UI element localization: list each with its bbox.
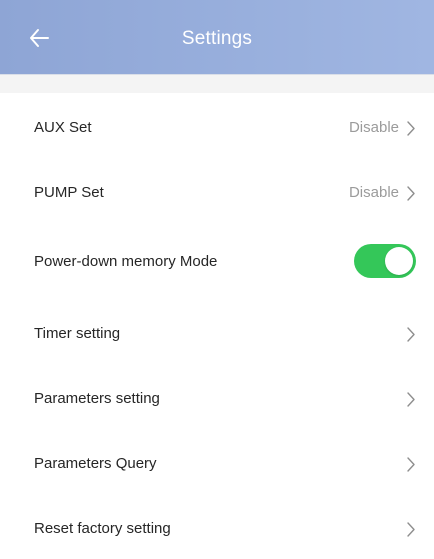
- aux-set-label: AUX Set: [34, 119, 92, 136]
- chevron-right-icon: [407, 327, 415, 342]
- pump-set-value: Disable: [348, 184, 399, 201]
- header-bar: Settings: [0, 0, 434, 75]
- parameters-setting-label: Parameters setting: [34, 390, 160, 407]
- parameters-query-row[interactable]: Parameters Query: [0, 429, 434, 494]
- timer-setting-label: Timer setting: [34, 325, 121, 342]
- pump-set-row[interactable]: PUMP Set Disable: [0, 158, 434, 223]
- chevron-right-icon: [407, 186, 415, 201]
- chevron-right-icon: [407, 457, 415, 472]
- reset-factory-setting-label: Reset factory setting: [34, 520, 171, 537]
- page-title: Settings: [181, 28, 253, 49]
- power-down-memory-row: Power-down memory Mode: [0, 223, 434, 299]
- toggle-knob: [385, 247, 413, 275]
- section-divider: [0, 75, 434, 93]
- power-down-memory-toggle[interactable]: [354, 244, 416, 278]
- parameters-query-label: Parameters Query: [34, 455, 157, 472]
- aux-set-row[interactable]: AUX Set Disable: [0, 93, 434, 158]
- chevron-right-icon: [407, 121, 415, 136]
- parameters-setting-row[interactable]: Parameters setting: [0, 364, 434, 429]
- chevron-right-icon: [407, 392, 415, 407]
- timer-setting-row[interactable]: Timer setting: [0, 299, 434, 364]
- settings-list: AUX Set Disable PUMP Set Disable Power-d…: [0, 93, 434, 559]
- chevron-right-icon: [407, 522, 415, 537]
- reset-factory-setting-row[interactable]: Reset factory setting: [0, 494, 434, 559]
- pump-set-label: PUMP Set: [34, 184, 104, 201]
- aux-set-value: Disable: [348, 119, 399, 136]
- power-down-memory-label: Power-down memory Mode: [34, 253, 218, 270]
